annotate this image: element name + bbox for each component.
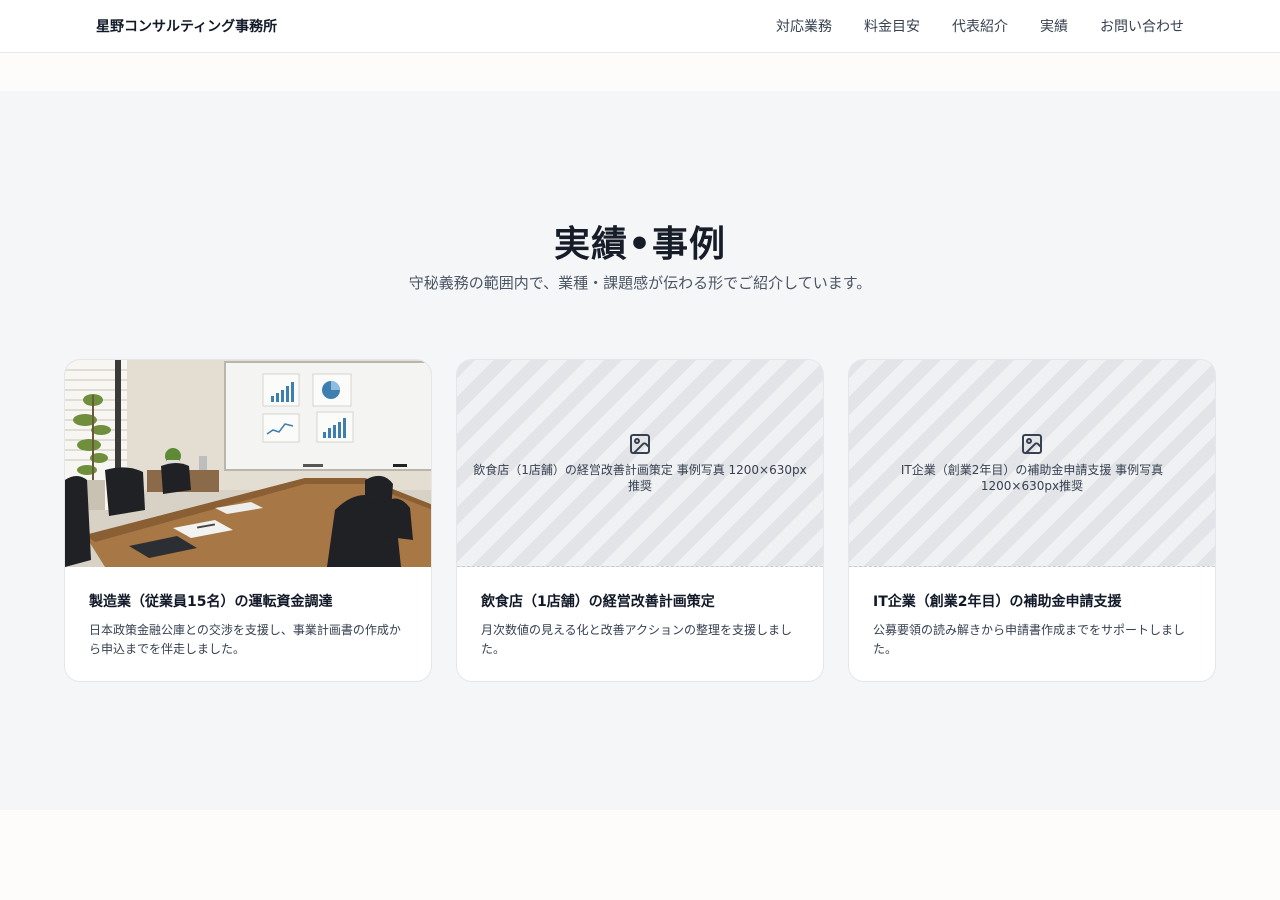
case-card[interactable]: 飲食店（1店舗）の経営改善計画策定 事例写真 1200×630px推奨 飲食店（… <box>456 359 824 682</box>
nav-link-contact[interactable]: お問い合わせ <box>1100 16 1184 36</box>
meeting-room-illustration <box>65 360 431 567</box>
nav-link-services[interactable]: 対応業務 <box>776 16 832 36</box>
case-description: 公募要領の読み解きから申請書作成までをサポートしました。 <box>873 623 1186 656</box>
image-icon <box>630 434 650 454</box>
site-logo[interactable]: 星野コンサルティング事務所 <box>96 16 277 36</box>
image-placeholder: IT企業（創業2年目）の補助金申請支援 事例写真 1200×630px推奨 <box>849 360 1215 567</box>
placeholder-content: 飲食店（1店舗）の経営改善計画策定 事例写真 1200×630px推奨 <box>473 432 807 494</box>
image-icon <box>1022 434 1042 454</box>
site-header: 星野コンサルティング事務所 対応業務 料金目安 代表紹介 実績 お問い合わせ <box>0 0 1280 53</box>
case-card-body: IT企業（創業2年目）の補助金申請支援 公募要領の読み解きから申請書作成までをサ… <box>849 567 1215 659</box>
case-card-body: 飲食店（1店舗）の経営改善計画策定 月次数値の見える化と改善アクションの整理を支… <box>457 567 823 659</box>
case-title: IT企業（創業2年目）の補助金申請支援 <box>873 594 1122 610</box>
section-title: 実績•事例 <box>553 224 726 265</box>
case-title: 製造業（従業員15名）の運転資金調達 <box>89 594 333 610</box>
main-nav: 対応業務 料金目安 代表紹介 実績 お問い合わせ <box>776 16 1184 36</box>
case-description: 日本政策金融公庫との交渉を支援し、事業計画書の作成から申込までを伴走しました。 <box>89 623 401 656</box>
nav-link-profile[interactable]: 代表紹介 <box>952 16 1008 36</box>
placeholder-text: 飲食店（1店舗）の経営改善計画策定 事例写真 1200×630px推奨 <box>473 463 807 493</box>
case-card-body: 製造業（従業員15名）の運転資金調達 日本政策金融公庫との交渉を支援し、事業計画… <box>65 567 431 659</box>
nav-link-pricing[interactable]: 料金目安 <box>864 16 920 36</box>
placeholder-text: IT企業（創業2年目）の補助金申請支援 事例写真 1200×630px推奨 <box>900 463 1164 493</box>
case-card[interactable]: IT企業（創業2年目）の補助金申請支援 事例写真 1200×630px推奨 IT… <box>848 359 1216 682</box>
case-card[interactable]: 製造業（従業員15名）の運転資金調達 日本政策金融公庫との交渉を支援し、事業計画… <box>64 359 432 682</box>
case-description: 月次数値の見える化と改善アクションの整理を支援しました。 <box>481 623 793 656</box>
section-subtitle: 守秘義務の範囲内で、業種・課題感が伝わる形でご紹介しています。 <box>408 274 872 292</box>
image-placeholder: 飲食店（1店舗）の経営改善計画策定 事例写真 1200×630px推奨 <box>457 360 823 567</box>
nav-link-cases[interactable]: 実績 <box>1040 16 1068 36</box>
placeholder-content: IT企業（創業2年目）の補助金申請支援 事例写真 1200×630px推奨 <box>865 432 1199 494</box>
cases-section: 実績•事例 守秘義務の範囲内で、業種・課題感が伝わる形でご紹介しています。 製造… <box>0 91 1280 810</box>
case-card-list: 製造業（従業員15名）の運転資金調達 日本政策金融公庫との交渉を支援し、事業計画… <box>64 359 1216 682</box>
case-photo <box>65 360 431 567</box>
case-title: 飲食店（1店舗）の経営改善計画策定 <box>481 594 715 610</box>
